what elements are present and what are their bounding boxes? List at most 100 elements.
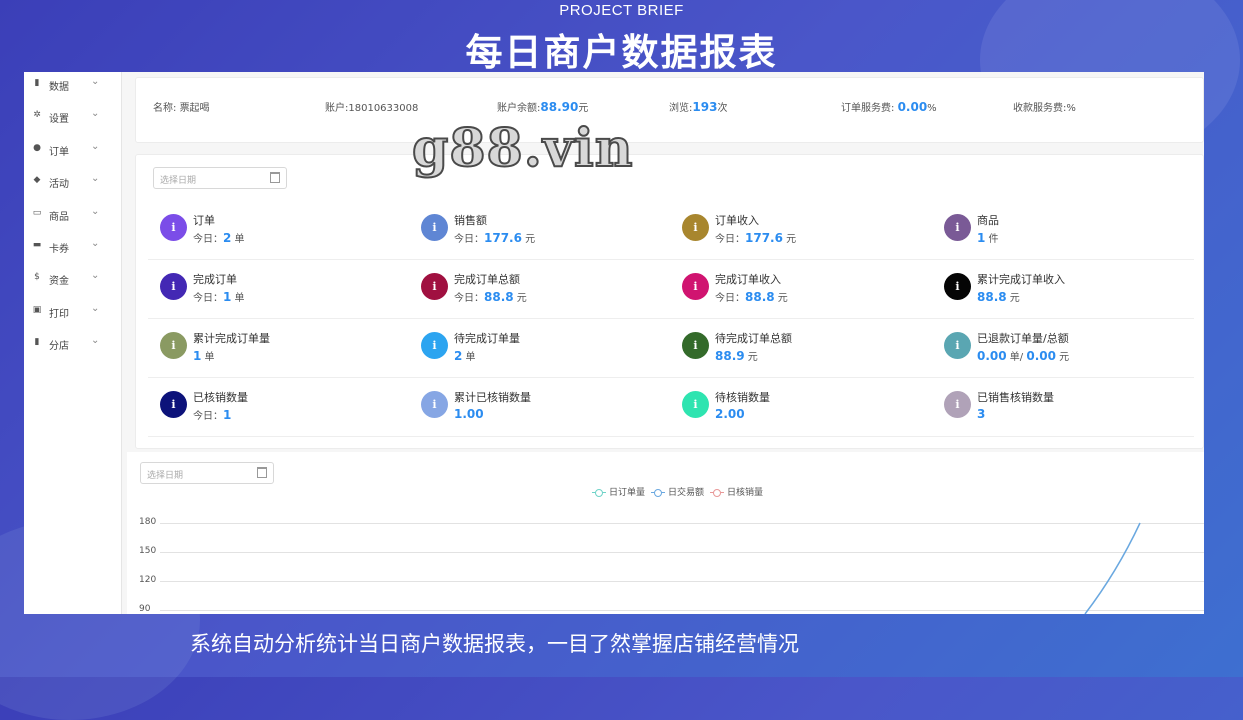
views-label: 浏览: <box>669 103 693 114</box>
series-line-daily-transactions <box>1084 522 1141 614</box>
dollar-icon: $ <box>34 272 40 283</box>
stat-title: 销售额 <box>454 214 487 227</box>
chevron-down-icon: ⌄ <box>91 173 100 185</box>
stat-line: 2 单 <box>454 348 476 363</box>
stat-title: 待完成订单总额 <box>715 332 792 345</box>
balance-label: 账户余额: <box>497 103 541 114</box>
info-circle-icon: i <box>160 391 187 418</box>
stat-item: i 已核销数量今日：1 <box>160 388 400 428</box>
name-value: 票起喝 <box>179 103 210 114</box>
stat-value: 2.00 <box>715 407 745 421</box>
stat-line: 88.8 元 <box>977 289 1020 304</box>
card-icon: ▬ <box>32 240 42 250</box>
sidebar-item-label: 数据 <box>49 82 69 93</box>
row-divider <box>148 318 1194 319</box>
info-circle-icon: i <box>421 391 448 418</box>
sidebar-item[interactable]: ▬ 卡券 ⌄ <box>24 235 121 259</box>
sidebar-item-label: 资金 <box>49 276 69 288</box>
stat-prefix: 今日： <box>715 293 745 304</box>
stat-value: 88.8 <box>745 290 775 304</box>
stat-line: 1.00 <box>454 407 484 421</box>
stat-unit: 单 <box>234 234 245 245</box>
views-unit: 次 <box>717 103 728 114</box>
stat-item: i 待完成订单量 2 单 <box>421 329 661 369</box>
page-title: 每日商户数据报表 <box>465 31 778 74</box>
chevron-down-icon: ⌄ <box>91 335 100 347</box>
stat-line: 今日：88.8 元 <box>715 289 788 304</box>
stats-card: 选择日期 i 订单 今日：2 单 i 销售额 今日：177.6 元 i 订单收入 今日：177.… <box>135 154 1204 449</box>
stat-line: 1 单 <box>193 348 215 363</box>
chevron-down-icon: ⌄ <box>91 108 100 120</box>
sidebar-item-label: 打印 <box>49 308 69 320</box>
stat-line: 今日：177.6 元 <box>454 230 535 245</box>
sidebar-item-label: 设置 <box>49 114 69 126</box>
stat-unit: 元 <box>777 293 788 304</box>
stat-item: i 已退款订单量/总额 0.00 单/ 0.00 元 <box>944 329 1184 369</box>
date-placeholder: 选择日期 <box>160 176 197 186</box>
stat-unit: 单 <box>234 293 245 304</box>
chevron-down-icon: ⌄ <box>91 238 100 249</box>
stat-title: 待核销数量 <box>715 391 770 404</box>
stat-item: i 订单 今日：2 单 <box>160 211 400 251</box>
sidebar-item[interactable]: ● 订单 ⌄ <box>24 138 121 162</box>
stat-title: 完成订单收入 <box>715 273 781 286</box>
stat-line: 3 <box>977 407 985 421</box>
stat-unit: 元 <box>516 293 527 304</box>
info-circle-icon: i <box>944 391 971 418</box>
stat-unit: 单/ <box>1009 352 1024 363</box>
chart-plot <box>1084 522 1141 614</box>
account-value: 18010633008 <box>348 103 419 114</box>
sidebar-item-label: 分店 <box>49 341 69 353</box>
stat-unit: 单 <box>465 352 476 363</box>
chevron-down-icon: ⌄ <box>91 76 100 87</box>
stat-line: 今日：1 <box>193 407 231 422</box>
account-label: 账户: <box>325 103 349 114</box>
info-circle-icon: i <box>682 332 709 359</box>
merchant-name: 名称: 票起喝 <box>153 99 210 114</box>
sidebar-item[interactable]: $ 资金 ⌄ <box>24 267 121 291</box>
order-fee-value: 0.00 <box>897 100 928 114</box>
stat-title: 已核销数量 <box>193 391 248 404</box>
row-divider <box>148 436 1194 437</box>
sidebar-item-label: 卡券 <box>49 244 69 255</box>
sidebar-item[interactable]: ✲ 设置 ⌄ <box>24 105 121 129</box>
info-circle-icon: ● <box>33 142 41 153</box>
stat-value: 88.8 <box>484 290 514 304</box>
stat-title: 累计已核销数量 <box>454 391 531 404</box>
chevron-down-icon: ⌄ <box>91 140 100 152</box>
stat-item: i 累计完成订单收入 88.8 元 <box>944 270 1184 310</box>
stat-item: i 销售额 今日：177.6 元 <box>421 211 661 251</box>
stat-value: 2 <box>454 349 463 363</box>
stat-line: 0.00 单/ 0.00 元 <box>977 348 1069 363</box>
stat-item: i 待核销数量 2.00 <box>682 388 922 428</box>
info-circle-icon: i <box>944 332 971 359</box>
views-value: 193 <box>692 100 718 114</box>
tag-icon: ◆ <box>33 175 41 186</box>
sidebar-item[interactable]: ▣ 打印 ⌄ <box>24 300 121 324</box>
stat-value: 2 <box>223 231 232 245</box>
row-divider <box>148 377 1194 378</box>
order-fee-unit: % <box>927 103 937 114</box>
info-circle-icon: i <box>682 391 709 418</box>
name-label: 名称: <box>153 103 177 114</box>
sidebar-item[interactable]: ▭ 商品 ⌄ <box>24 203 121 227</box>
collection-service-fee: 收款服务费:% <box>1013 99 1076 114</box>
calendar-icon[interactable] <box>270 172 280 183</box>
sidebar-item[interactable]: ◆ 活动 ⌄ <box>24 170 121 194</box>
gear-icon: ✲ <box>33 110 41 121</box>
sidebar-item[interactable]: ▮ 分店 ⌄ <box>24 332 121 356</box>
stat-item: i 已销售核销数量 3 <box>944 388 1184 428</box>
stat-item: i 完成订单 今日：1 单 <box>160 270 400 310</box>
merchant-info-card: 名称: 票起喝 账户:18010633008 账户余额:88.90元 浏览:19… <box>135 77 1204 143</box>
stat-item: i 累计完成订单量 1 单 <box>160 329 400 369</box>
info-circle-icon: i <box>421 273 448 300</box>
info-circle-icon: i <box>160 332 187 359</box>
info-circle-icon: i <box>682 214 709 241</box>
info-circle-icon: i <box>682 273 709 300</box>
stat-title: 完成订单 <box>193 273 237 286</box>
sidebar-item[interactable]: ▮ 数据 ⌄ <box>24 73 121 97</box>
stat-value: 177.6 <box>484 231 522 245</box>
stat-value: 1.00 <box>454 407 484 421</box>
date-picker-input[interactable]: 选择日期 <box>153 167 287 189</box>
row-divider <box>148 259 1194 260</box>
